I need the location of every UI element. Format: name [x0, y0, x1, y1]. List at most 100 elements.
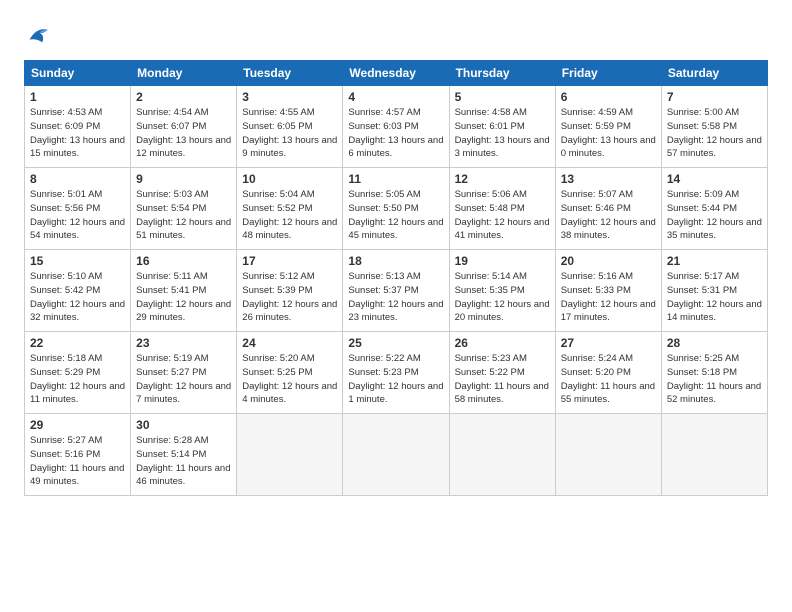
- calendar-cell: 18 Sunrise: 5:13 AMSunset: 5:37 PMDayligh…: [343, 250, 449, 332]
- calendar-cell: 12 Sunrise: 5:06 AMSunset: 5:48 PMDayligh…: [449, 168, 555, 250]
- calendar-cell: [555, 414, 661, 496]
- day-info: Sunrise: 5:05 AMSunset: 5:50 PMDaylight:…: [348, 188, 443, 243]
- day-info: Sunrise: 5:04 AMSunset: 5:52 PMDaylight:…: [242, 188, 337, 243]
- day-info: Sunrise: 5:01 AMSunset: 5:56 PMDaylight:…: [30, 188, 125, 243]
- day-number: 7: [667, 90, 762, 104]
- day-number: 18: [348, 254, 443, 268]
- day-number: 27: [561, 336, 656, 350]
- day-number: 22: [30, 336, 125, 350]
- calendar-cell: 8 Sunrise: 5:01 AMSunset: 5:56 PMDaylight…: [25, 168, 131, 250]
- day-info: Sunrise: 5:19 AMSunset: 5:27 PMDaylight:…: [136, 352, 231, 407]
- day-info: Sunrise: 5:14 AMSunset: 5:35 PMDaylight:…: [455, 270, 550, 325]
- calendar-cell: 17 Sunrise: 5:12 AMSunset: 5:39 PMDayligh…: [237, 250, 343, 332]
- day-info: Sunrise: 5:10 AMSunset: 5:42 PMDaylight:…: [30, 270, 125, 325]
- calendar-cell: 15 Sunrise: 5:10 AMSunset: 5:42 PMDayligh…: [25, 250, 131, 332]
- day-info: Sunrise: 5:22 AMSunset: 5:23 PMDaylight:…: [348, 352, 443, 407]
- day-info: Sunrise: 5:03 AMSunset: 5:54 PMDaylight:…: [136, 188, 231, 243]
- day-number: 10: [242, 172, 337, 186]
- day-info: Sunrise: 5:00 AMSunset: 5:58 PMDaylight:…: [667, 106, 762, 161]
- day-number: 19: [455, 254, 550, 268]
- calendar-cell: 9 Sunrise: 5:03 AMSunset: 5:54 PMDaylight…: [131, 168, 237, 250]
- calendar-cell: 22 Sunrise: 5:18 AMSunset: 5:29 PMDayligh…: [25, 332, 131, 414]
- week-row-3: 15 Sunrise: 5:10 AMSunset: 5:42 PMDayligh…: [25, 250, 768, 332]
- day-number: 29: [30, 418, 125, 432]
- day-info: Sunrise: 5:12 AMSunset: 5:39 PMDaylight:…: [242, 270, 337, 325]
- logo-icon: [24, 20, 52, 48]
- calendar-cell: 14 Sunrise: 5:09 AMSunset: 5:44 PMDayligh…: [661, 168, 767, 250]
- calendar-cell: [661, 414, 767, 496]
- day-number: 13: [561, 172, 656, 186]
- day-info: Sunrise: 4:55 AMSunset: 6:05 PMDaylight:…: [242, 106, 337, 161]
- page: SundayMondayTuesdayWednesdayThursdayFrid…: [0, 0, 792, 612]
- day-number: 15: [30, 254, 125, 268]
- day-info: Sunrise: 5:09 AMSunset: 5:44 PMDaylight:…: [667, 188, 762, 243]
- day-number: 4: [348, 90, 443, 104]
- calendar-cell: [237, 414, 343, 496]
- day-number: 17: [242, 254, 337, 268]
- header: [24, 20, 768, 48]
- calendar-cell: 27 Sunrise: 5:24 AMSunset: 5:20 PMDayligh…: [555, 332, 661, 414]
- day-number: 23: [136, 336, 231, 350]
- calendar-cell: 7 Sunrise: 5:00 AMSunset: 5:58 PMDaylight…: [661, 86, 767, 168]
- calendar-table: SundayMondayTuesdayWednesdayThursdayFrid…: [24, 60, 768, 496]
- day-number: 9: [136, 172, 231, 186]
- week-row-4: 22 Sunrise: 5:18 AMSunset: 5:29 PMDayligh…: [25, 332, 768, 414]
- day-number: 25: [348, 336, 443, 350]
- calendar-cell: 4Sunrise: 4:57 AMSunset: 6:03 PMDaylight…: [343, 86, 449, 168]
- calendar-cell: 13 Sunrise: 5:07 AMSunset: 5:46 PMDayligh…: [555, 168, 661, 250]
- day-number: 5: [455, 90, 550, 104]
- day-info: Sunrise: 5:28 AMSunset: 5:14 PMDaylight:…: [136, 434, 231, 489]
- calendar-cell: 23 Sunrise: 5:19 AMSunset: 5:27 PMDayligh…: [131, 332, 237, 414]
- calendar-cell: 26 Sunrise: 5:23 AMSunset: 5:22 PMDayligh…: [449, 332, 555, 414]
- day-number: 26: [455, 336, 550, 350]
- calendar-cell: 16Sunrise: 5:11 AMSunset: 5:41 PMDayligh…: [131, 250, 237, 332]
- day-number: 3: [242, 90, 337, 104]
- day-number: 24: [242, 336, 337, 350]
- day-info: Sunrise: 5:24 AMSunset: 5:20 PMDaylight:…: [561, 352, 656, 407]
- day-number: 1: [30, 90, 125, 104]
- week-row-5: 29 Sunrise: 5:27 AMSunset: 5:16 PMDayligh…: [25, 414, 768, 496]
- calendar-cell: 1 Sunrise: 4:53 AMSunset: 6:09 PMDaylight…: [25, 86, 131, 168]
- calendar-cell: 2Sunrise: 4:54 AMSunset: 6:07 PMDaylight…: [131, 86, 237, 168]
- day-info: Sunrise: 5:23 AMSunset: 5:22 PMDaylight:…: [455, 352, 550, 407]
- day-number: 8: [30, 172, 125, 186]
- day-number: 28: [667, 336, 762, 350]
- calendar-header: SundayMondayTuesdayWednesdayThursdayFrid…: [25, 61, 768, 86]
- day-header-thursday: Thursday: [449, 61, 555, 86]
- week-row-2: 8 Sunrise: 5:01 AMSunset: 5:56 PMDaylight…: [25, 168, 768, 250]
- day-number: 16: [136, 254, 231, 268]
- day-info: Sunrise: 5:20 AMSunset: 5:25 PMDaylight:…: [242, 352, 337, 407]
- day-header-monday: Monday: [131, 61, 237, 86]
- calendar-cell: 10 Sunrise: 5:04 AMSunset: 5:52 PMDayligh…: [237, 168, 343, 250]
- header-row: SundayMondayTuesdayWednesdayThursdayFrid…: [25, 61, 768, 86]
- calendar-cell: [343, 414, 449, 496]
- day-info: Sunrise: 5:16 AMSunset: 5:33 PMDaylight:…: [561, 270, 656, 325]
- day-number: 20: [561, 254, 656, 268]
- day-info: Sunrise: 5:27 AMSunset: 5:16 PMDaylight:…: [30, 434, 125, 489]
- day-header-sunday: Sunday: [25, 61, 131, 86]
- day-info: Sunrise: 5:07 AMSunset: 5:46 PMDaylight:…: [561, 188, 656, 243]
- day-number: 11: [348, 172, 443, 186]
- week-row-1: 1 Sunrise: 4:53 AMSunset: 6:09 PMDaylight…: [25, 86, 768, 168]
- calendar-cell: 20 Sunrise: 5:16 AMSunset: 5:33 PMDayligh…: [555, 250, 661, 332]
- calendar-cell: 25 Sunrise: 5:22 AMSunset: 5:23 PMDayligh…: [343, 332, 449, 414]
- calendar-cell: 5Sunrise: 4:58 AMSunset: 6:01 PMDaylight…: [449, 86, 555, 168]
- day-info: Sunrise: 5:18 AMSunset: 5:29 PMDaylight:…: [30, 352, 125, 407]
- calendar-cell: 28Sunrise: 5:25 AMSunset: 5:18 PMDayligh…: [661, 332, 767, 414]
- day-number: 12: [455, 172, 550, 186]
- calendar-cell: 21Sunrise: 5:17 AMSunset: 5:31 PMDayligh…: [661, 250, 767, 332]
- day-number: 2: [136, 90, 231, 104]
- calendar-cell: 24 Sunrise: 5:20 AMSunset: 5:25 PMDayligh…: [237, 332, 343, 414]
- calendar-cell: [449, 414, 555, 496]
- day-number: 14: [667, 172, 762, 186]
- day-info: Sunrise: 5:13 AMSunset: 5:37 PMDaylight:…: [348, 270, 443, 325]
- day-header-wednesday: Wednesday: [343, 61, 449, 86]
- day-info: Sunrise: 5:06 AMSunset: 5:48 PMDaylight:…: [455, 188, 550, 243]
- calendar-cell: 29 Sunrise: 5:27 AMSunset: 5:16 PMDayligh…: [25, 414, 131, 496]
- day-number: 30: [136, 418, 231, 432]
- day-header-friday: Friday: [555, 61, 661, 86]
- calendar-body: 1 Sunrise: 4:53 AMSunset: 6:09 PMDaylight…: [25, 86, 768, 496]
- calendar-cell: 30 Sunrise: 5:28 AMSunset: 5:14 PMDayligh…: [131, 414, 237, 496]
- day-info: Sunrise: 4:53 AMSunset: 6:09 PMDaylight:…: [30, 106, 125, 161]
- day-info: Sunrise: 5:17 AMSunset: 5:31 PMDaylight:…: [667, 270, 762, 325]
